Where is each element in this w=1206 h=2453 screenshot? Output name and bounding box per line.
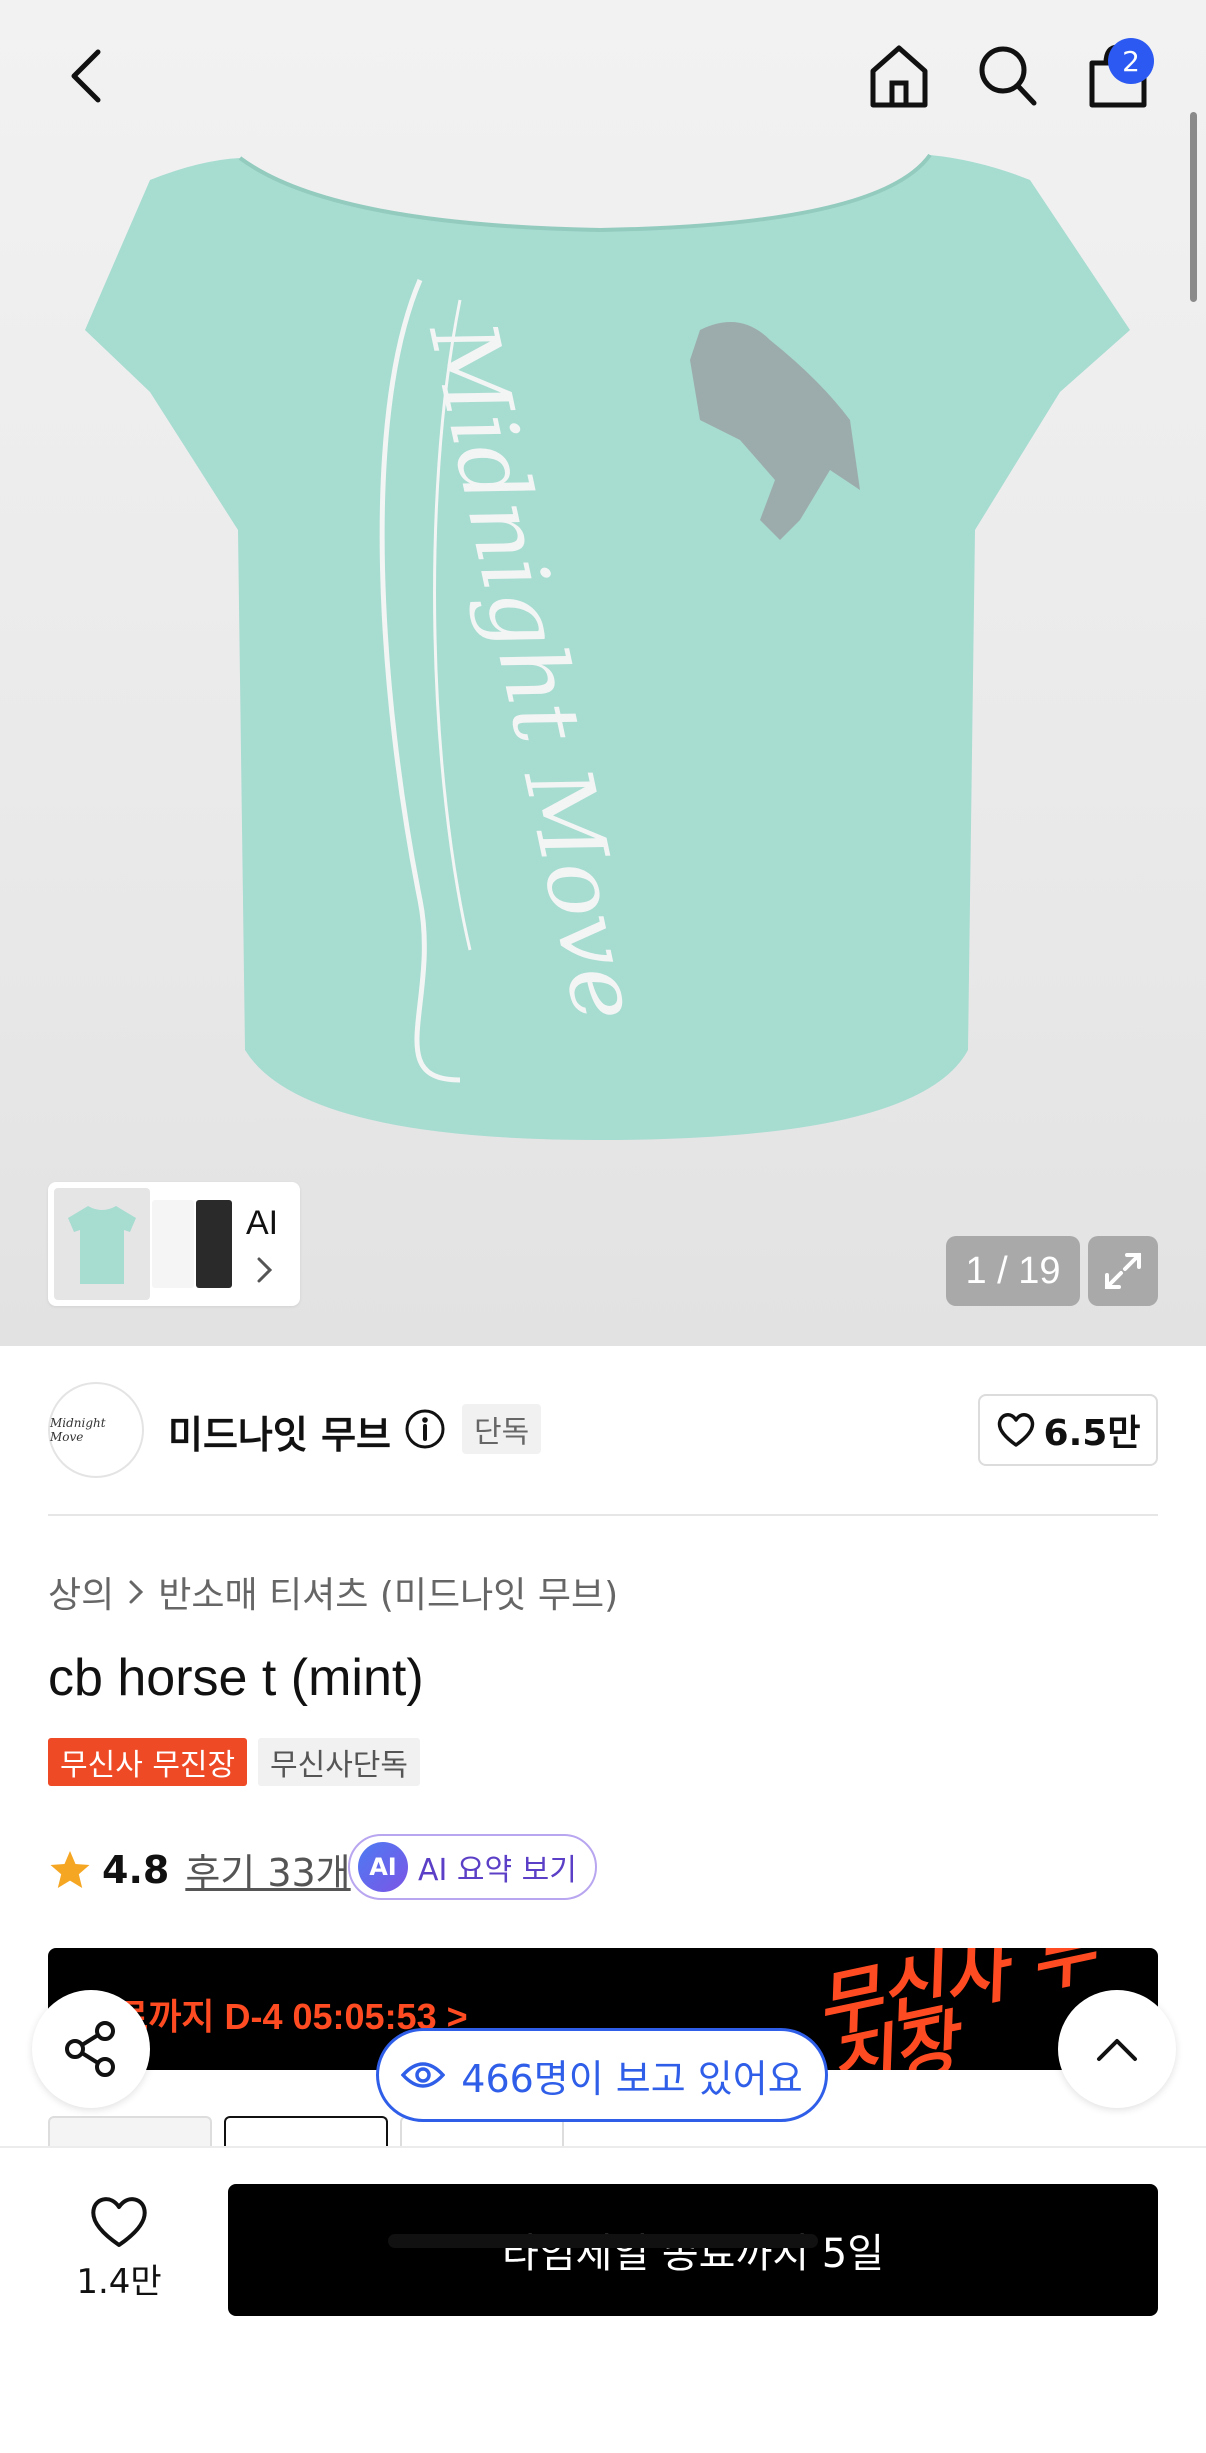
product-image: Midnight Move <box>85 153 1130 1140</box>
thumbnail-white <box>152 1200 194 1288</box>
breadcrumb: 상의 반소매 티셔츠 (미드나잇 무브) <box>48 1566 618 1618</box>
ai-label: AI <box>246 1204 279 1242</box>
search-button[interactable] <box>974 40 1040 112</box>
exclusive-tag: 단독 <box>462 1404 542 1454</box>
scrollbar[interactable] <box>1190 112 1197 302</box>
rating: 4.8 후기 33개 <box>48 1842 351 1897</box>
chevron-left-icon <box>71 49 101 103</box>
eye-icon <box>401 2062 446 2088</box>
heart-icon <box>91 2197 147 2247</box>
product-title: cb horse t (mint) <box>48 1649 424 1707</box>
chevron-right-icon <box>257 1257 273 1283</box>
divider <box>48 1514 1158 1516</box>
product-image-gallery[interactable]: Midnight Move 2 AI 1 / 19 <box>0 0 1206 1346</box>
breadcrumb-item-top[interactable]: 상의 <box>48 1566 114 1618</box>
option-thumbnail[interactable] <box>224 2116 388 2146</box>
brand-info-button[interactable] <box>404 1408 446 1454</box>
heart-icon <box>997 1413 1034 1447</box>
buy-button[interactable]: 타임세일 종료까지 5일 <box>228 2184 1158 2316</box>
star-icon <box>50 1850 90 1888</box>
wishlist-button[interactable]: 1.4만 <box>60 2194 178 2303</box>
viewers-indicator: 466명이 보고 있어요 <box>376 2028 828 2122</box>
share-icon <box>65 2021 115 2077</box>
bottom-action-bar: 1.4만 타임세일 종료까지 5일 <box>0 2146 1206 2453</box>
info-icon <box>405 1409 445 1449</box>
rating-score: 4.8 <box>102 1847 170 1892</box>
mujinjang-tag: 무신사 무진장 <box>48 1738 248 1786</box>
brand-logo-text: Midnight Move <box>50 1416 106 1444</box>
chevron-right-icon <box>129 1580 144 1604</box>
ai-summary-label: AI 요약 보기 <box>418 1853 577 1888</box>
home-indicator <box>388 2234 818 2248</box>
scroll-top-button[interactable] <box>1058 1990 1176 2108</box>
share-button[interactable] <box>32 1990 150 2108</box>
wishlist-count: 1.4만 <box>76 2262 162 2302</box>
ai-badge-icon: AI <box>358 1842 408 1892</box>
option-thumbnail[interactable] <box>48 2116 212 2146</box>
thumbnail-model <box>196 1200 232 1288</box>
home-icon <box>870 45 928 108</box>
exclusive-product-tag: 무신사단독 <box>258 1738 420 1786</box>
reviews-link[interactable]: 후기 33개 <box>185 1842 350 1897</box>
expand-icon <box>1105 1253 1141 1289</box>
thumbnail-mint <box>54 1188 150 1300</box>
home-button[interactable] <box>866 40 932 112</box>
cart-count-badge: 2 <box>1108 38 1154 84</box>
chevron-up-icon <box>1097 2039 1137 2061</box>
viewers-text: 466명이 보고 있어요 <box>461 2056 803 2101</box>
back-button[interactable] <box>58 44 114 108</box>
brand-name[interactable]: 미드나잇 무브 <box>168 1404 391 1459</box>
brand-like-button[interactable]: 6.5만 <box>978 1394 1158 1466</box>
expand-button[interactable] <box>1088 1236 1158 1306</box>
ai-fitting-thumbnails[interactable]: AI <box>48 1182 300 1306</box>
ai-summary-button[interactable]: AI AI 요약 보기 <box>348 1834 597 1900</box>
breadcrumb-item-category[interactable]: 반소매 티셔츠 (미드나잇 무브) <box>158 1566 618 1618</box>
brand-logo[interactable]: Midnight Move <box>48 1382 144 1478</box>
brand-like-count: 6.5만 <box>1043 1413 1141 1454</box>
search-icon <box>979 46 1037 106</box>
image-counter: 1 / 19 <box>946 1236 1080 1306</box>
